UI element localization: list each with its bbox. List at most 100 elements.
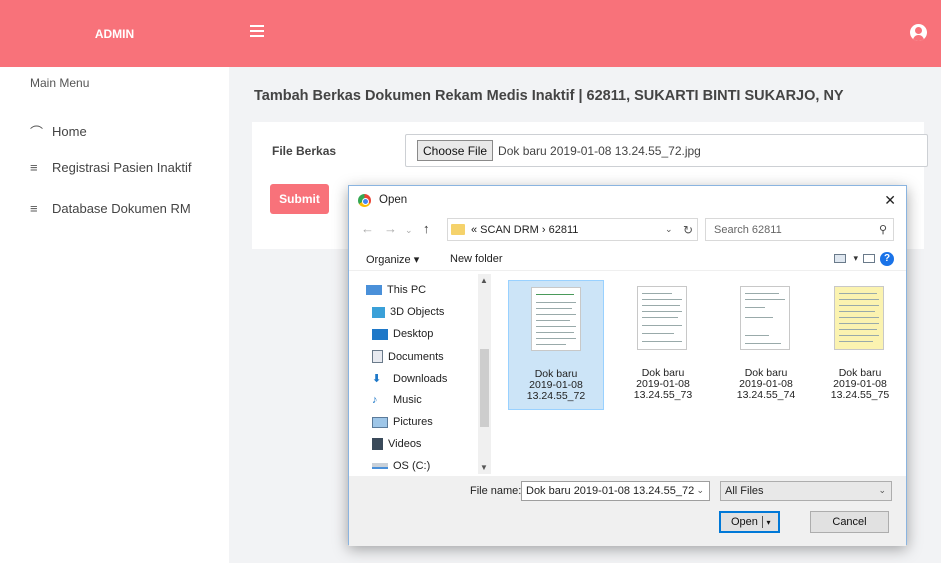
tree-item-pictures[interactable]: Pictures bbox=[372, 416, 433, 428]
folder-icon bbox=[451, 224, 465, 235]
document-thumbnail-icon bbox=[531, 287, 581, 351]
music-note-icon: ♪ bbox=[372, 394, 378, 406]
organize-menu[interactable]: Organize ▾ bbox=[366, 253, 419, 266]
submit-button[interactable]: Submit bbox=[270, 184, 329, 214]
file-caption: Dok baru 2019-01-08 13.24.55_75 bbox=[830, 367, 890, 401]
file-input[interactable]: Choose File Dok baru 2019-01-08 13.24.55… bbox=[405, 134, 928, 167]
chrome-icon bbox=[358, 193, 371, 207]
recent-locations-chevron-icon[interactable]: ⌄ bbox=[405, 225, 413, 236]
view-options-icon[interactable] bbox=[834, 254, 846, 263]
refresh-icon[interactable]: ↻ bbox=[679, 223, 697, 237]
tree-scrollbar[interactable]: ▲ ▼ bbox=[478, 274, 491, 474]
tree-item-label: Documents bbox=[388, 350, 444, 363]
split-dropdown-icon[interactable]: ▾ bbox=[762, 516, 774, 528]
tree-item-documents[interactable]: Documents bbox=[372, 350, 444, 363]
document-thumbnail-icon bbox=[637, 286, 687, 350]
file-item[interactable]: Dok baru 2019-01-08 13.24.55_74 bbox=[718, 280, 814, 410]
navigation-tree: This PC 3D Objects Desktop Documents ⬇ D… bbox=[349, 274, 494, 474]
cube-icon bbox=[372, 306, 385, 318]
dialog-toolbar: Organize ▾ New folder ▾ ? bbox=[349, 249, 906, 271]
document-thumbnail-icon bbox=[740, 286, 790, 350]
sidebar-item-registrasi[interactable]: ≡ Registrasi Pasien Inaktif bbox=[30, 160, 191, 175]
list-icon: ≡ bbox=[30, 160, 38, 175]
sidebar: Main Menu ⌒ Home ≡ Registrasi Pasien Ina… bbox=[0, 67, 229, 563]
tree-item-label: This PC bbox=[387, 284, 427, 296]
file-name-input[interactable]: Dok baru 2019-01-08 13.24.55_72 ⌄ bbox=[521, 481, 710, 501]
file-item[interactable]: Dok baru 2019-01-08 13.24.55_75 bbox=[812, 280, 908, 410]
sidebar-item-label: Registrasi Pasien Inaktif bbox=[52, 160, 192, 175]
file-caption: Dok baru 2019-01-08 13.24.55_72 bbox=[526, 368, 586, 402]
forward-arrow-icon[interactable]: → bbox=[384, 221, 397, 236]
sidebar-item-database[interactable]: ≡ Database Dokumen RM bbox=[30, 201, 191, 216]
brand-logo[interactable]: ADMIN bbox=[0, 0, 229, 67]
user-account-icon[interactable] bbox=[910, 24, 927, 41]
dialog-footer: File name: Dok baru 2019-01-08 13.24.55_… bbox=[349, 476, 906, 546]
tree-item-desktop[interactable]: Desktop bbox=[372, 328, 433, 340]
choose-file-button[interactable]: Choose File bbox=[417, 140, 494, 161]
new-folder-button[interactable]: New folder bbox=[450, 253, 503, 265]
menu-title: Main Menu bbox=[30, 76, 90, 90]
help-icon[interactable]: ? bbox=[880, 252, 894, 266]
open-file-dialog: Open ✕ ← → ⌄ ↑ « SCAN DRM › 62811 ⌄ ↻ Se… bbox=[348, 185, 907, 546]
sidebar-item-label: Database Dokumen RM bbox=[52, 201, 191, 216]
tree-item-label: OS (C:) bbox=[393, 460, 431, 472]
tree-item-label: Pictures bbox=[393, 416, 433, 428]
chevron-down-icon[interactable]: ⌄ bbox=[696, 485, 704, 496]
tree-item-this-pc[interactable]: This PC bbox=[366, 284, 426, 296]
back-arrow-icon[interactable]: ← bbox=[361, 221, 374, 236]
sidebar-item-label: Home bbox=[52, 124, 87, 139]
dialog-titlebar[interactable]: Open ✕ bbox=[349, 186, 906, 214]
file-caption: Dok baru 2019-01-08 13.24.55_74 bbox=[736, 367, 796, 401]
open-button[interactable]: Open ▾ bbox=[719, 511, 780, 533]
file-list: Dok baru 2019-01-08 13.24.55_72 Dok baru 20… bbox=[499, 276, 899, 476]
file-field-label: File Berkas bbox=[272, 144, 337, 158]
tree-item-label: Downloads bbox=[393, 372, 448, 385]
tree-item-downloads[interactable]: ⬇ Downloads bbox=[372, 372, 448, 386]
tree-item-music[interactable]: ♪ Music bbox=[372, 394, 422, 406]
desktop-icon bbox=[372, 328, 388, 340]
computer-icon bbox=[366, 285, 382, 295]
document-thumbnail-icon bbox=[834, 286, 884, 350]
preview-pane-icon[interactable] bbox=[863, 254, 875, 263]
sidebar-item-home[interactable]: ⌒ Home bbox=[30, 122, 87, 141]
search-icon[interactable]: ⚲ bbox=[879, 223, 887, 236]
search-input[interactable]: Search 62811 ⚲ bbox=[705, 218, 894, 241]
chosen-file-name: Dok baru 2019-01-08 13.24.55_72.jpg bbox=[498, 143, 701, 158]
page-title: Tambah Berkas Dokumen Rekam Medis Inakti… bbox=[254, 88, 844, 104]
search-placeholder: Search 62811 bbox=[714, 223, 782, 236]
tree-item-3d-objects[interactable]: 3D Objects bbox=[372, 306, 444, 318]
file-name-value: Dok baru 2019-01-08 13.24.55_72 bbox=[526, 485, 695, 497]
tree-item-label: 3D Objects bbox=[390, 306, 445, 318]
tree-item-label: Music bbox=[393, 394, 422, 406]
close-icon[interactable]: ✕ bbox=[884, 192, 896, 209]
tree-item-label: Desktop bbox=[393, 328, 434, 340]
menu-toggle-icon[interactable] bbox=[250, 25, 264, 37]
chevron-down-icon[interactable]: ⌄ bbox=[878, 485, 886, 496]
navigation-bar: ← → ⌄ ↑ « SCAN DRM › 62811 ⌄ ↻ Search 62… bbox=[349, 218, 906, 242]
scroll-thumb[interactable] bbox=[480, 349, 489, 427]
scroll-up-arrow-icon[interactable]: ▲ bbox=[480, 276, 488, 285]
list-icon: ≡ bbox=[30, 201, 38, 216]
scroll-down-arrow-icon[interactable]: ▼ bbox=[480, 463, 488, 472]
file-caption: Dok baru 2019-01-08 13.24.55_73 bbox=[633, 367, 693, 401]
file-type-select[interactable]: All Files ⌄ bbox=[720, 481, 892, 501]
up-arrow-icon[interactable]: ↑ bbox=[423, 221, 430, 236]
address-bar[interactable]: « SCAN DRM › 62811 ⌄ ↻ bbox=[447, 218, 698, 241]
drive-icon bbox=[372, 463, 388, 469]
dialog-title: Open bbox=[379, 194, 408, 206]
file-type-value: All Files bbox=[725, 485, 764, 497]
tree-item-videos[interactable]: Videos bbox=[372, 438, 421, 450]
pictures-icon bbox=[372, 416, 388, 428]
file-item[interactable]: Dok baru 2019-01-08 13.24.55_73 bbox=[615, 280, 711, 410]
file-item[interactable]: Dok baru 2019-01-08 13.24.55_72 bbox=[508, 280, 604, 410]
tree-item-os-c[interactable]: OS (C:) bbox=[372, 460, 430, 472]
cancel-button[interactable]: Cancel bbox=[810, 511, 889, 533]
film-icon bbox=[372, 438, 383, 450]
address-path: « SCAN DRM › 62811 bbox=[471, 223, 579, 236]
document-icon bbox=[372, 350, 383, 363]
top-navbar bbox=[229, 0, 941, 67]
download-arrow-icon: ⬇ bbox=[372, 373, 382, 385]
chevron-down-icon[interactable]: ⌄ bbox=[665, 224, 679, 235]
chevron-down-icon[interactable]: ▾ bbox=[853, 253, 858, 264]
file-name-label: File name: bbox=[470, 485, 522, 497]
